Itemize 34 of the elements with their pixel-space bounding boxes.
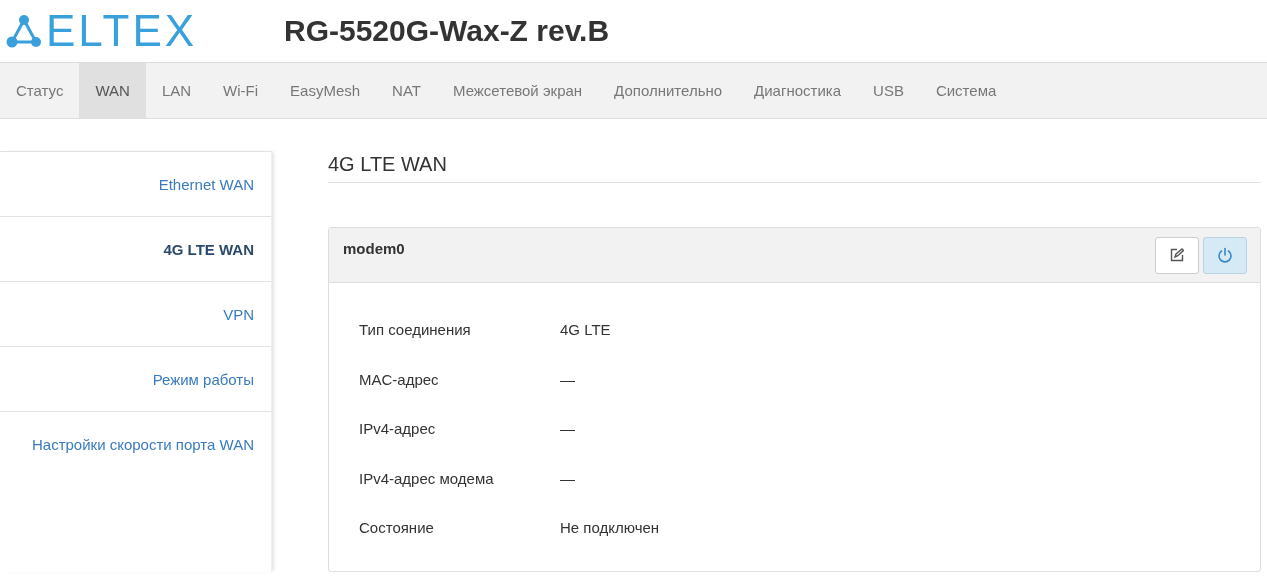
field-label: MAC-адрес xyxy=(359,370,440,388)
field-value: — xyxy=(560,469,575,487)
field-value: — xyxy=(560,370,575,388)
sidebar-item[interactable]: Ethernet WAN xyxy=(0,151,271,216)
nav-tab[interactable]: NAT xyxy=(376,63,437,118)
edit-icon xyxy=(1170,248,1184,262)
nav-tab[interactable]: Диагностика xyxy=(738,63,858,118)
logo-icon xyxy=(6,14,42,48)
nav-tab[interactable]: Статус xyxy=(0,63,80,118)
nav-tab[interactable]: Система xyxy=(919,63,1013,118)
field-label: Тип соединения xyxy=(359,321,472,339)
nav-tab[interactable]: Wi-Fi xyxy=(207,63,275,118)
sidebar-item[interactable]: VPN xyxy=(0,281,271,346)
sidebar-item[interactable]: Настройки скорости порта WAN xyxy=(0,411,271,476)
nav-tab[interactable]: EasyMesh xyxy=(274,63,377,118)
field-value: Не подключен xyxy=(560,519,660,537)
nav-tab[interactable]: Межсетевой экран xyxy=(436,63,599,118)
nav-tab[interactable]: WAN xyxy=(79,63,146,118)
section-title: 4G LTE WAN xyxy=(328,151,1261,183)
panel-title: modem0 xyxy=(343,239,405,259)
nav-tab[interactable]: Дополнительно xyxy=(598,63,739,118)
power-icon xyxy=(1217,247,1233,263)
nav-tab[interactable]: USB xyxy=(857,63,920,118)
field-label: IPv4-адрес модема xyxy=(359,469,495,487)
device-title: RG-5520G-Wax-Z rev.B xyxy=(284,14,610,48)
edit-button[interactable] xyxy=(1155,236,1199,274)
field-value: — xyxy=(560,420,575,438)
logo-text: ELTEX xyxy=(46,9,198,53)
nav-tab[interactable]: LAN xyxy=(145,63,208,118)
sidebar-item[interactable]: Режим работы xyxy=(0,346,271,411)
field-value: 4G LTE xyxy=(560,321,611,339)
field-label: IPv4-адрес xyxy=(359,420,437,438)
field-label: Состояние xyxy=(359,519,435,537)
sidebar-item[interactable]: 4G LTE WAN xyxy=(0,216,271,281)
